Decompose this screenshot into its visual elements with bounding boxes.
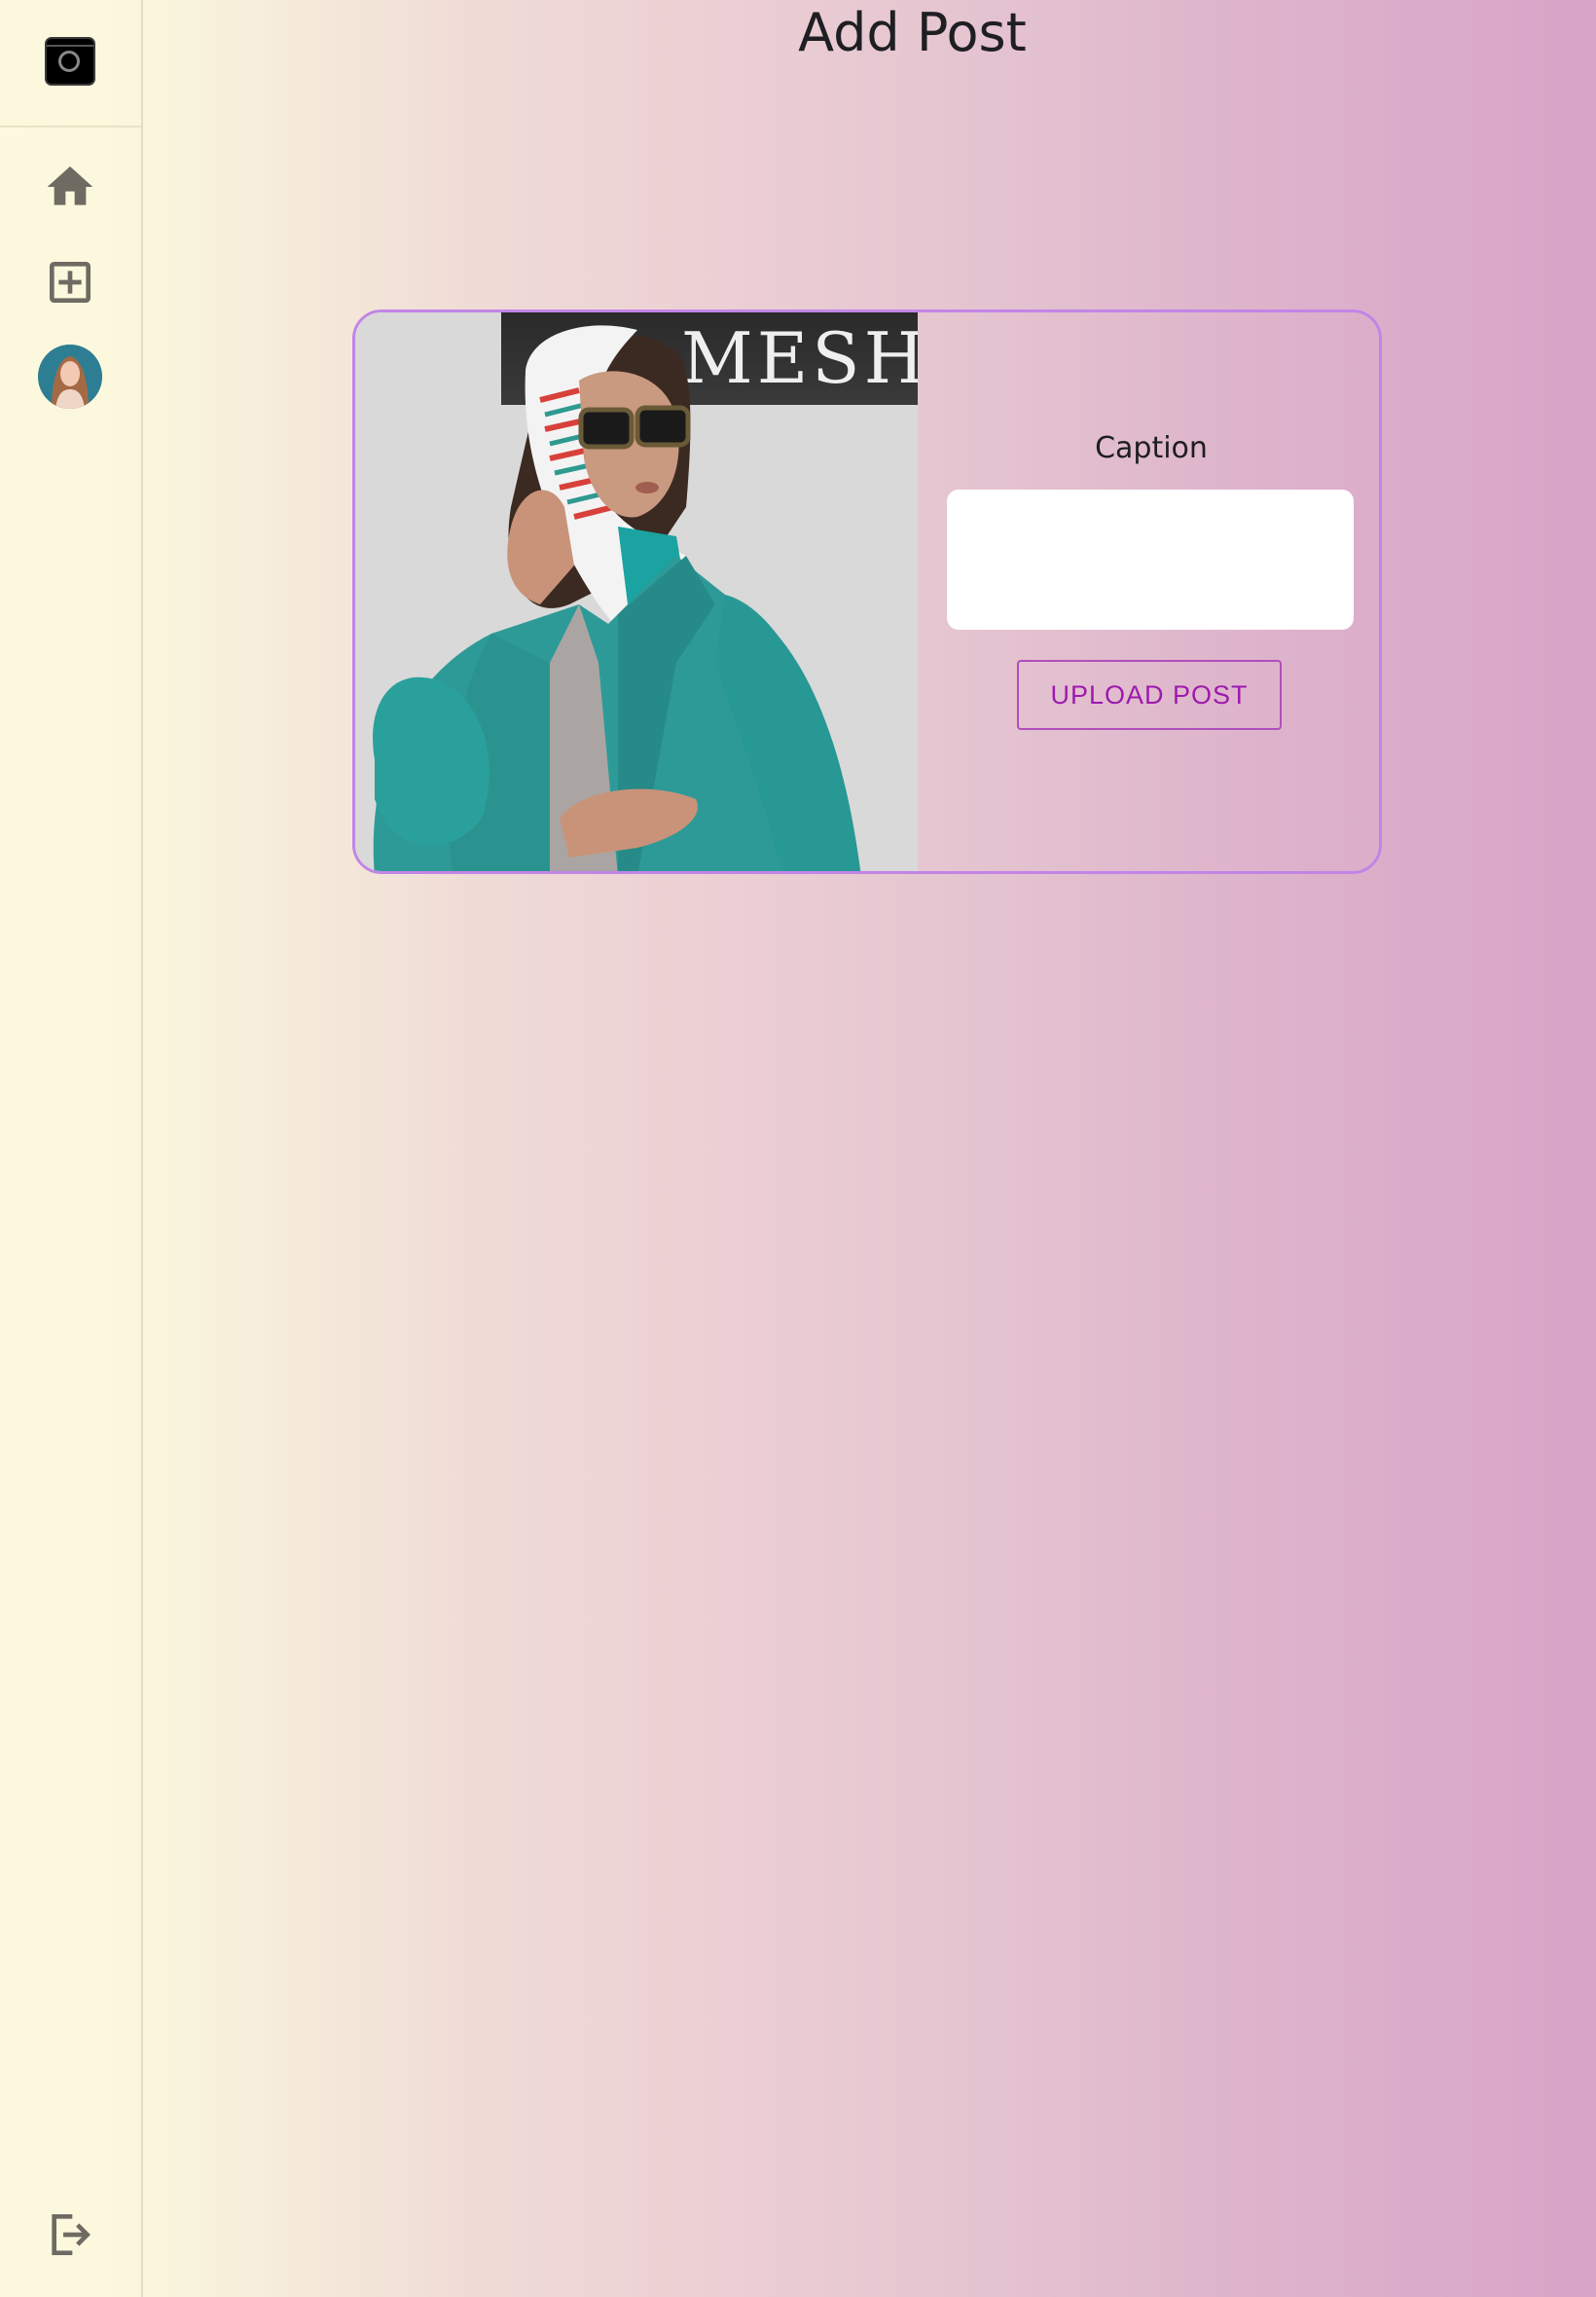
logo-area bbox=[0, 0, 141, 128]
sidebar bbox=[0, 0, 143, 2297]
page-title: Add Post bbox=[798, 2, 1027, 63]
caption-label: Caption bbox=[1095, 431, 1208, 465]
logout-icon[interactable] bbox=[43, 2207, 97, 2262]
caption-input[interactable] bbox=[947, 490, 1354, 630]
woman-photo bbox=[373, 325, 861, 871]
home-icon[interactable] bbox=[43, 160, 97, 214]
avatar[interactable] bbox=[38, 345, 102, 409]
add-square-icon[interactable] bbox=[43, 255, 97, 310]
post-image-preview: MESH bbox=[355, 312, 918, 871]
camera-logo-icon[interactable] bbox=[45, 37, 95, 86]
add-post-card: MESH Caption UPLOAD POST bbox=[352, 310, 1382, 874]
upload-post-button[interactable]: UPLOAD POST bbox=[1017, 660, 1282, 730]
